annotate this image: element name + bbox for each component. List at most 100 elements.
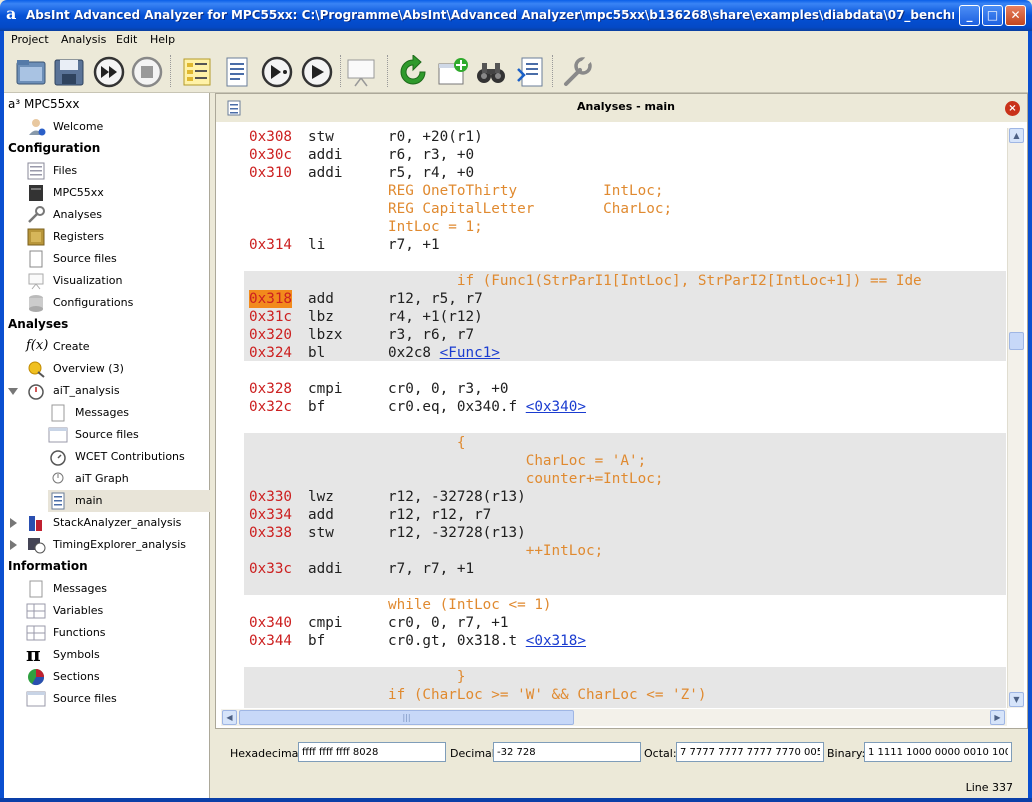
files-icon bbox=[26, 162, 46, 180]
operands: cr0.gt, 0x318.t <0x318> bbox=[388, 632, 586, 650]
menu-analysis[interactable]: Analysis bbox=[61, 33, 106, 46]
horizontal-scroll-thumb[interactable]: ||| bbox=[239, 710, 574, 725]
binoculars-icon[interactable] bbox=[474, 55, 508, 89]
operands-text: r6, r3, +0 bbox=[388, 147, 475, 163]
operands-text: r0, +20(r1) bbox=[388, 129, 483, 145]
operands: r6, r3, +0 bbox=[388, 146, 474, 164]
scroll-right-icon[interactable]: ▶ bbox=[990, 710, 1005, 725]
code-line: if (Func1(StrParI1[IntLoc], StrParI2[Int… bbox=[249, 272, 1006, 290]
opcode: bl bbox=[308, 345, 326, 361]
wrench-icon[interactable] bbox=[560, 55, 594, 89]
operands: r3, r6, r7 bbox=[388, 326, 474, 344]
editor-title: Analyses - main bbox=[577, 100, 675, 113]
maximize-button[interactable]: □ bbox=[982, 5, 1003, 26]
report-icon[interactable] bbox=[220, 55, 254, 89]
horizontal-scrollbar[interactable]: ◀ ||| ▶ bbox=[221, 709, 1007, 726]
nav-registers[interactable]: Registers bbox=[26, 226, 226, 248]
operands-text: cr0.gt, 0x318.t bbox=[388, 633, 526, 649]
save-project-icon[interactable] bbox=[52, 55, 86, 89]
expand-arrow-icon[interactable] bbox=[10, 540, 17, 550]
stop-icon[interactable] bbox=[130, 55, 164, 89]
presentation-icon[interactable] bbox=[344, 55, 378, 89]
operands-text: r12, -32728(r13) bbox=[388, 489, 526, 505]
menu-help[interactable]: Help bbox=[150, 33, 175, 46]
scroll-left-icon[interactable]: ◀ bbox=[222, 710, 237, 725]
menu-project[interactable]: Project bbox=[11, 33, 49, 46]
configuration-section-title: Configuration bbox=[8, 141, 101, 155]
nav-ait-messages-label: Messages bbox=[75, 406, 129, 419]
opcode: bf bbox=[308, 399, 326, 415]
nav-files[interactable]: Files bbox=[26, 160, 226, 182]
operands: cr0, 0, r7, +1 bbox=[388, 614, 509, 632]
nav-overview[interactable]: Overview (3) bbox=[26, 358, 226, 380]
code-line: REG OneToThirty IntLoc; bbox=[249, 182, 1006, 200]
instruction-address: 0x328 bbox=[249, 381, 293, 397]
refresh-icon[interactable] bbox=[396, 53, 430, 89]
nav-ait-analysis[interactable]: aiT_analysis bbox=[4, 380, 210, 402]
nav-welcome[interactable]: Welcome bbox=[26, 116, 226, 138]
analysis-list-icon[interactable] bbox=[180, 55, 214, 89]
nav-stack-analysis[interactable]: StackAnalyzer_analysis bbox=[4, 512, 210, 534]
branch-target-link[interactable]: <0x318> bbox=[526, 633, 586, 649]
nav-timing-analysis[interactable]: TimingExplorer_analysis bbox=[4, 534, 210, 556]
vertical-scroll-thumb[interactable] bbox=[1009, 332, 1024, 350]
decimal-field[interactable] bbox=[493, 742, 641, 762]
operands: 0x2c8 <Func1> bbox=[388, 344, 500, 362]
toolbar bbox=[4, 49, 1028, 93]
nav-info-messages[interactable]: Messages bbox=[26, 578, 226, 600]
nav-wcet-contributions-label: WCET Contributions bbox=[75, 450, 185, 463]
nav-symbols[interactable]: π Symbols bbox=[26, 644, 226, 666]
nav-configurations[interactable]: Configurations bbox=[26, 292, 226, 314]
scroll-down-icon[interactable]: ▼ bbox=[1009, 692, 1024, 707]
nav-main[interactable]: main bbox=[48, 490, 210, 512]
binary-label: Binary: bbox=[827, 747, 866, 760]
collapse-arrow-icon[interactable] bbox=[8, 388, 18, 395]
menu-edit[interactable]: Edit bbox=[116, 33, 137, 46]
operands: r12, r12, r7 bbox=[388, 506, 491, 524]
code-view[interactable]: 0x308 stw r0, +20(r1) 0x30c addi r6, r3, +0 0x… bbox=[221, 128, 1006, 708]
octal-field[interactable] bbox=[676, 742, 824, 762]
code-line: 0x330 lwz r12, -32728(r13) bbox=[249, 488, 1006, 506]
window-frame-right bbox=[1028, 31, 1032, 802]
nav-functions[interactable]: Functions bbox=[26, 622, 226, 644]
operands-text: r7, r7, +1 bbox=[388, 561, 475, 577]
instruction-address: 0x318 bbox=[249, 290, 293, 308]
operands: r0, +20(r1) bbox=[388, 128, 483, 146]
hex-field[interactable] bbox=[298, 742, 446, 762]
run-step-icon[interactable] bbox=[260, 55, 294, 89]
close-tab-icon[interactable]: × bbox=[1005, 101, 1020, 116]
nav-sections[interactable]: Sections bbox=[26, 666, 226, 688]
run-icon[interactable] bbox=[300, 55, 334, 89]
close-window-button[interactable]: ✕ bbox=[1005, 5, 1026, 26]
nav-variables[interactable]: Variables bbox=[26, 600, 226, 622]
minimize-button[interactable]: _ bbox=[959, 5, 980, 26]
branch-target-link[interactable]: <0x340> bbox=[526, 399, 586, 415]
source-file-icon bbox=[26, 250, 46, 268]
nav-analyses-config[interactable]: Analyses bbox=[26, 204, 226, 226]
nav-source-files-config[interactable]: Source files bbox=[26, 248, 226, 270]
source-line: CharLoc = 'A'; bbox=[388, 453, 647, 469]
vertical-scrollbar[interactable]: ▲ ▼ bbox=[1007, 128, 1024, 708]
open-project-icon[interactable] bbox=[14, 55, 48, 89]
binary-field[interactable] bbox=[864, 742, 1012, 762]
nav-info-source-files[interactable]: Source files bbox=[26, 688, 226, 710]
nav-create[interactable]: f(x) Create bbox=[26, 336, 226, 358]
code-line: CharLoc = 'A'; bbox=[249, 452, 1006, 470]
scroll-up-icon[interactable]: ▲ bbox=[1009, 128, 1024, 143]
branch-target-link[interactable]: <Func1> bbox=[440, 345, 500, 361]
code-line: while (IntLoc <= 1) bbox=[249, 596, 1006, 614]
variables-icon bbox=[26, 602, 46, 620]
export-icon[interactable] bbox=[514, 55, 548, 89]
code-line: 0x338 stw r12, -32728(r13) bbox=[249, 524, 1006, 542]
code-line: 0x32c bf cr0.eq, 0x340.f <0x340> bbox=[249, 398, 1006, 416]
expand-arrow-icon[interactable] bbox=[10, 518, 17, 528]
code-line: counter+=IntLoc; bbox=[249, 470, 1006, 488]
run-all-icon[interactable] bbox=[92, 55, 126, 89]
opcode: addi bbox=[308, 165, 343, 181]
new-window-icon[interactable] bbox=[436, 55, 470, 89]
nav-create-label: Create bbox=[53, 340, 90, 353]
nav-mpc55xx[interactable]: MPC55xx bbox=[26, 182, 226, 204]
nav-visualization[interactable]: Visualization bbox=[26, 270, 226, 292]
operands-text: cr0, 0, r7, +1 bbox=[388, 615, 509, 631]
messages-icon bbox=[26, 580, 46, 598]
